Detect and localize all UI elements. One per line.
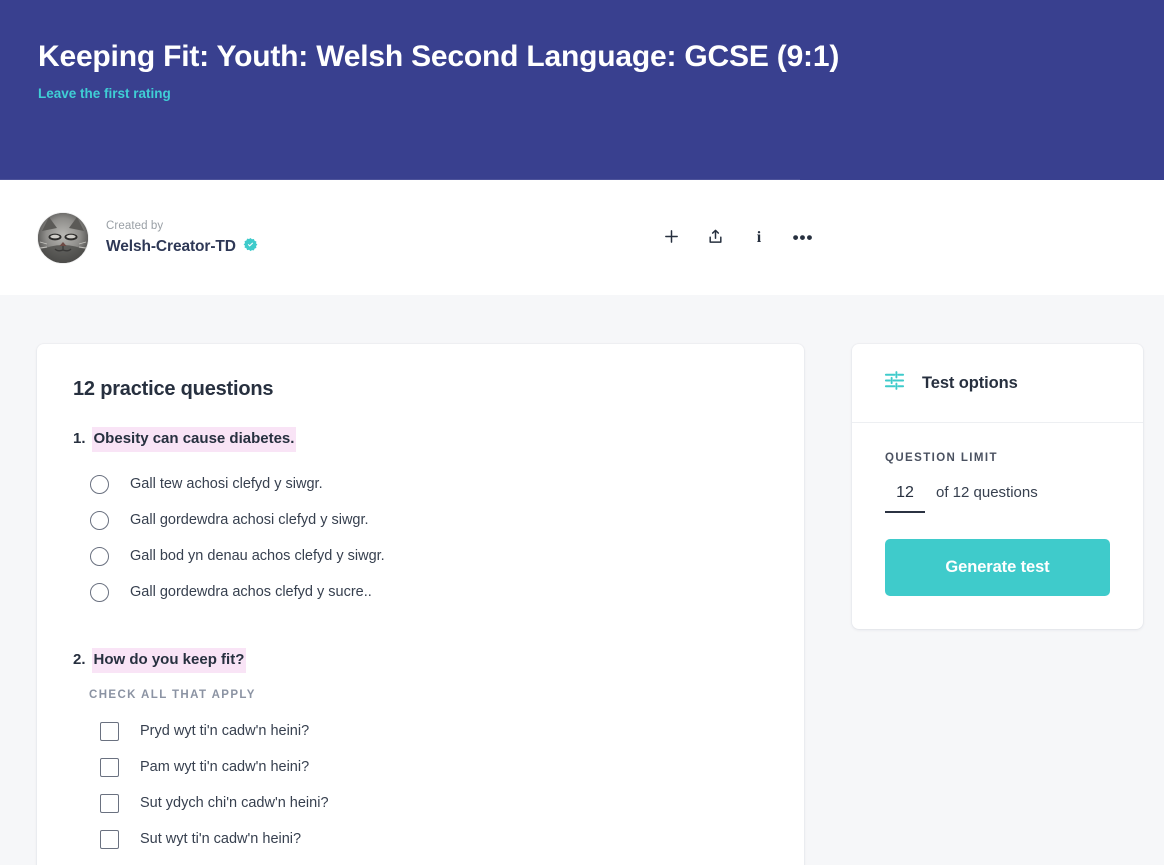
question-limit-suffix: of 12 questions [936, 484, 1038, 501]
question-limit-row: of 12 questions [885, 484, 1110, 513]
cat-avatar-image [38, 212, 88, 263]
creator-name[interactable]: Welsh-Creator-TD [106, 238, 236, 256]
add-button[interactable] [652, 219, 690, 257]
creator-bar: Created by Welsh-Creator-TD i ••• [0, 180, 1164, 295]
answer-option[interactable]: Gall tew achosi clefyd y siwgr. [73, 466, 768, 502]
answer-option[interactable]: Sut ydych chi'n cadw'n heini? [73, 785, 768, 821]
question-block: 1. Obesity can cause diabetes. Gall tew … [73, 427, 768, 610]
question-limit-label: QUESTION LIMIT [885, 452, 998, 464]
question-limit-input[interactable] [885, 484, 925, 513]
plus-icon [663, 228, 680, 248]
leave-rating-link[interactable]: Leave the first rating [38, 86, 171, 101]
check-all-that-apply-hint: CHECK ALL THAT APPLY [89, 689, 256, 701]
question-block: 2. How do you keep fit? CHECK ALL THAT A… [73, 648, 768, 857]
page-header: Keeping Fit: Youth: Welsh Second Languag… [0, 0, 1164, 180]
radio-icon[interactable] [90, 546, 109, 566]
question-text: Obesity can cause diabetes. [91, 427, 297, 452]
sliders-icon [883, 369, 906, 397]
checkbox-icon[interactable] [100, 829, 119, 849]
radio-icon[interactable] [90, 510, 109, 530]
verified-badge-icon [243, 237, 258, 257]
answer-option-label: Gall bod yn denau achos clefyd y siwgr. [130, 548, 385, 564]
question-number: 2. [73, 651, 86, 668]
answer-options-list: Pryd wyt ti'n cadw'n heini? Pam wyt ti'n… [73, 713, 768, 857]
creator-block[interactable]: Created by Welsh-Creator-TD [38, 212, 258, 263]
answer-option[interactable]: Gall bod yn denau achos clefyd y siwgr. [73, 538, 768, 574]
checkbox-icon[interactable] [100, 757, 119, 777]
test-options-panel: Test options QUESTION LIMIT of 12 questi… [852, 344, 1143, 629]
answer-option-label: Sut wyt ti'n cadw'n heini? [140, 831, 302, 847]
radio-icon[interactable] [90, 582, 109, 602]
info-button[interactable]: i [740, 219, 778, 257]
main-content: 12 practice questions 1. Obesity can cau… [0, 295, 1164, 865]
question-line: 2. How do you keep fit? [73, 648, 768, 673]
action-icon-group: i ••• [652, 219, 822, 257]
test-options-header: Test options [852, 344, 1143, 423]
creator-name-row: Welsh-Creator-TD [106, 237, 258, 257]
ellipsis-icon: ••• [792, 228, 814, 247]
share-icon [707, 228, 724, 248]
share-button[interactable] [696, 219, 734, 257]
answer-option[interactable]: Pam wyt ti'n cadw'n heini? [73, 749, 768, 785]
test-options-title: Test options [922, 373, 1018, 392]
answer-option-label: Sut ydych chi'n cadw'n heini? [140, 795, 329, 811]
radio-icon[interactable] [90, 474, 109, 494]
answer-option-label: Gall gordewdra achosi clefyd y siwgr. [130, 512, 369, 528]
practice-questions-heading: 12 practice questions [73, 378, 274, 400]
more-button[interactable]: ••• [784, 219, 822, 257]
question-number: 1. [73, 430, 86, 447]
answer-option[interactable]: Sut wyt ti'n cadw'n heini? [73, 821, 768, 857]
practice-questions-card: 12 practice questions 1. Obesity can cau… [37, 344, 804, 865]
question-line: 1. Obesity can cause diabetes. [73, 427, 768, 452]
checkbox-icon[interactable] [100, 793, 119, 813]
question-text: How do you keep fit? [91, 648, 247, 673]
created-by-label: Created by [106, 220, 164, 232]
answer-option[interactable]: Pryd wyt ti'n cadw'n heini? [73, 713, 768, 749]
avatar[interactable] [38, 212, 88, 263]
checkbox-icon[interactable] [100, 721, 119, 741]
test-options-body: QUESTION LIMIT of 12 questions Generate … [852, 423, 1143, 629]
answer-option[interactable]: Gall gordewdra achos clefyd y sucre.. [73, 574, 768, 610]
answer-option-label: Gall gordewdra achos clefyd y sucre.. [130, 584, 372, 600]
answer-option[interactable]: Gall gordewdra achosi clefyd y siwgr. [73, 502, 768, 538]
creator-meta: Created by Welsh-Creator-TD [106, 218, 258, 257]
answer-options-list: Gall tew achosi clefyd y siwgr. Gall gor… [73, 466, 768, 610]
answer-option-label: Pam wyt ti'n cadw'n heini? [140, 759, 310, 775]
answer-option-label: Gall tew achosi clefyd y siwgr. [130, 476, 323, 492]
page-title: Keeping Fit: Youth: Welsh Second Languag… [38, 40, 840, 73]
answer-option-label: Pryd wyt ti'n cadw'n heini? [140, 723, 310, 739]
info-icon: i [756, 228, 762, 246]
generate-test-button[interactable]: Generate test [885, 539, 1110, 596]
